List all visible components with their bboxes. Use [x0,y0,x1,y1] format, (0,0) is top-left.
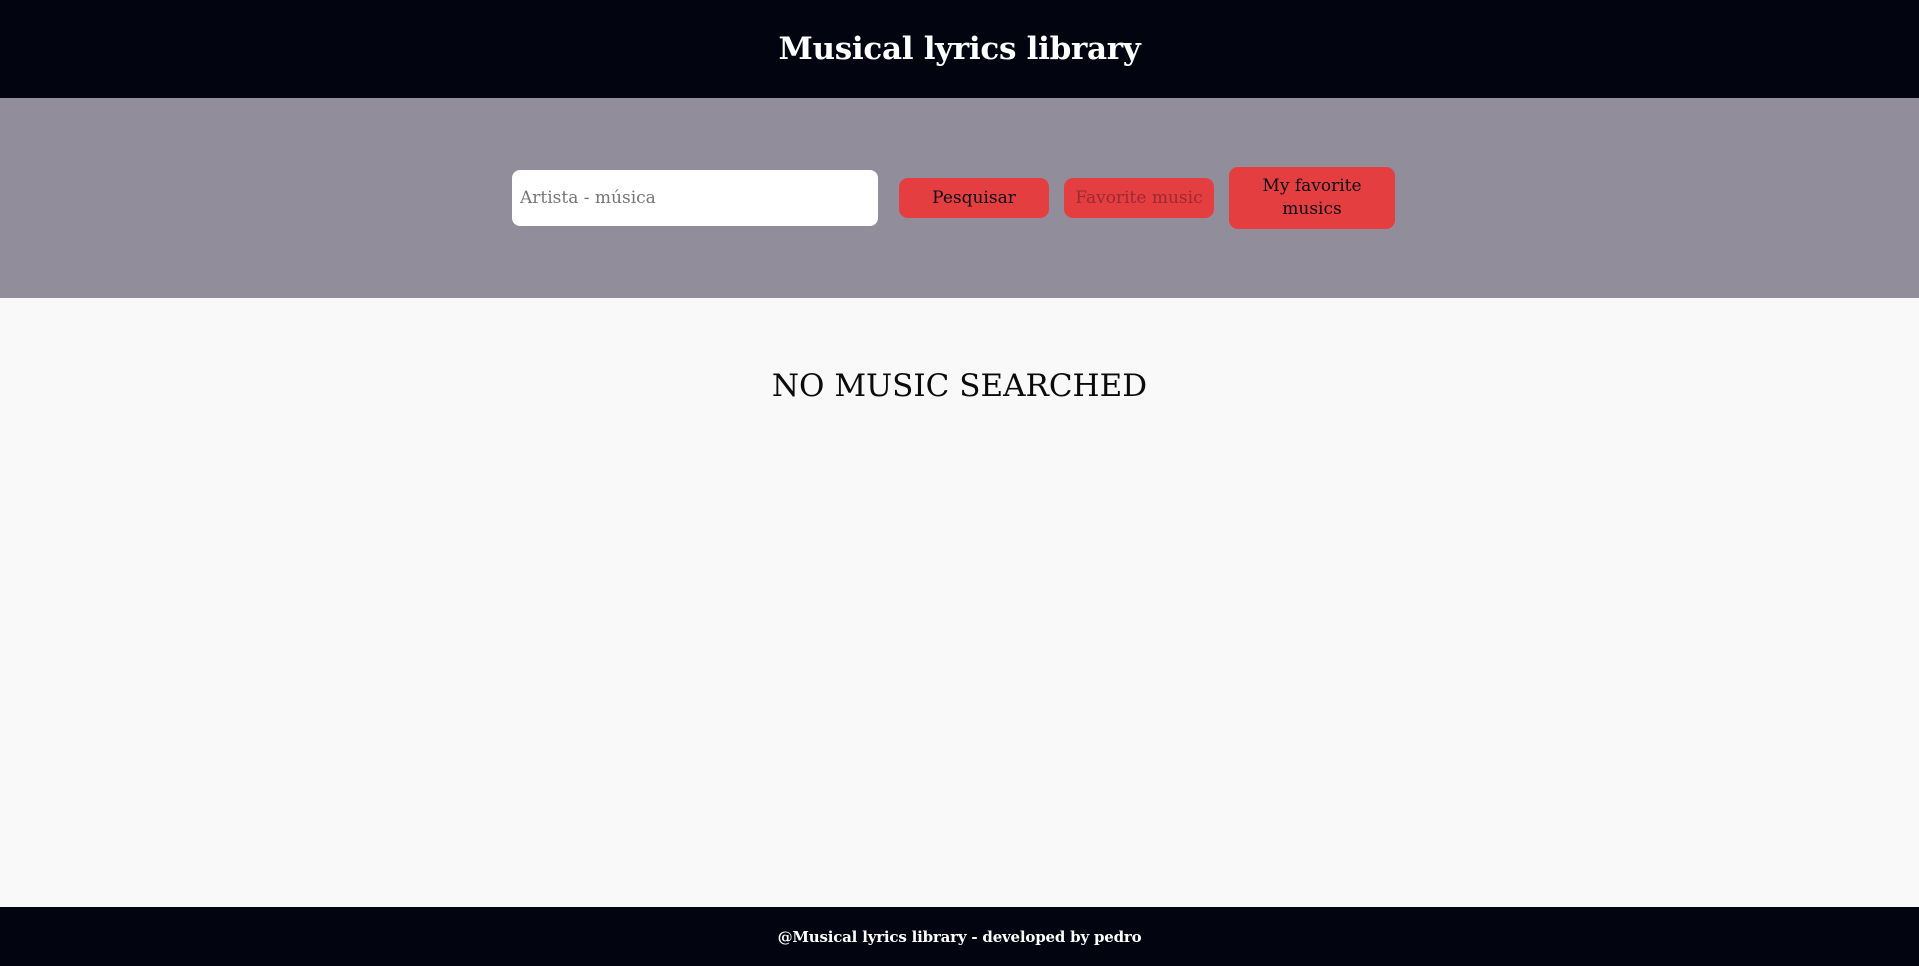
empty-state-message: NO MUSIC SEARCHED [771,368,1148,404]
favorite-music-button[interactable]: Favorite music [1064,178,1214,218]
my-favorite-musics-button[interactable]: My favorite musics [1229,167,1395,229]
search-button[interactable]: Pesquisar [899,178,1049,218]
site-header: Musical lyrics library [0,0,1919,98]
site-footer: @Musical lyrics library - developed by p… [0,907,1919,966]
page-title: Musical lyrics library [778,31,1141,67]
footer-credits: @Musical lyrics library - developed by p… [777,927,1142,946]
search-input[interactable] [512,170,878,226]
results-area: NO MUSIC SEARCHED [0,298,1919,907]
